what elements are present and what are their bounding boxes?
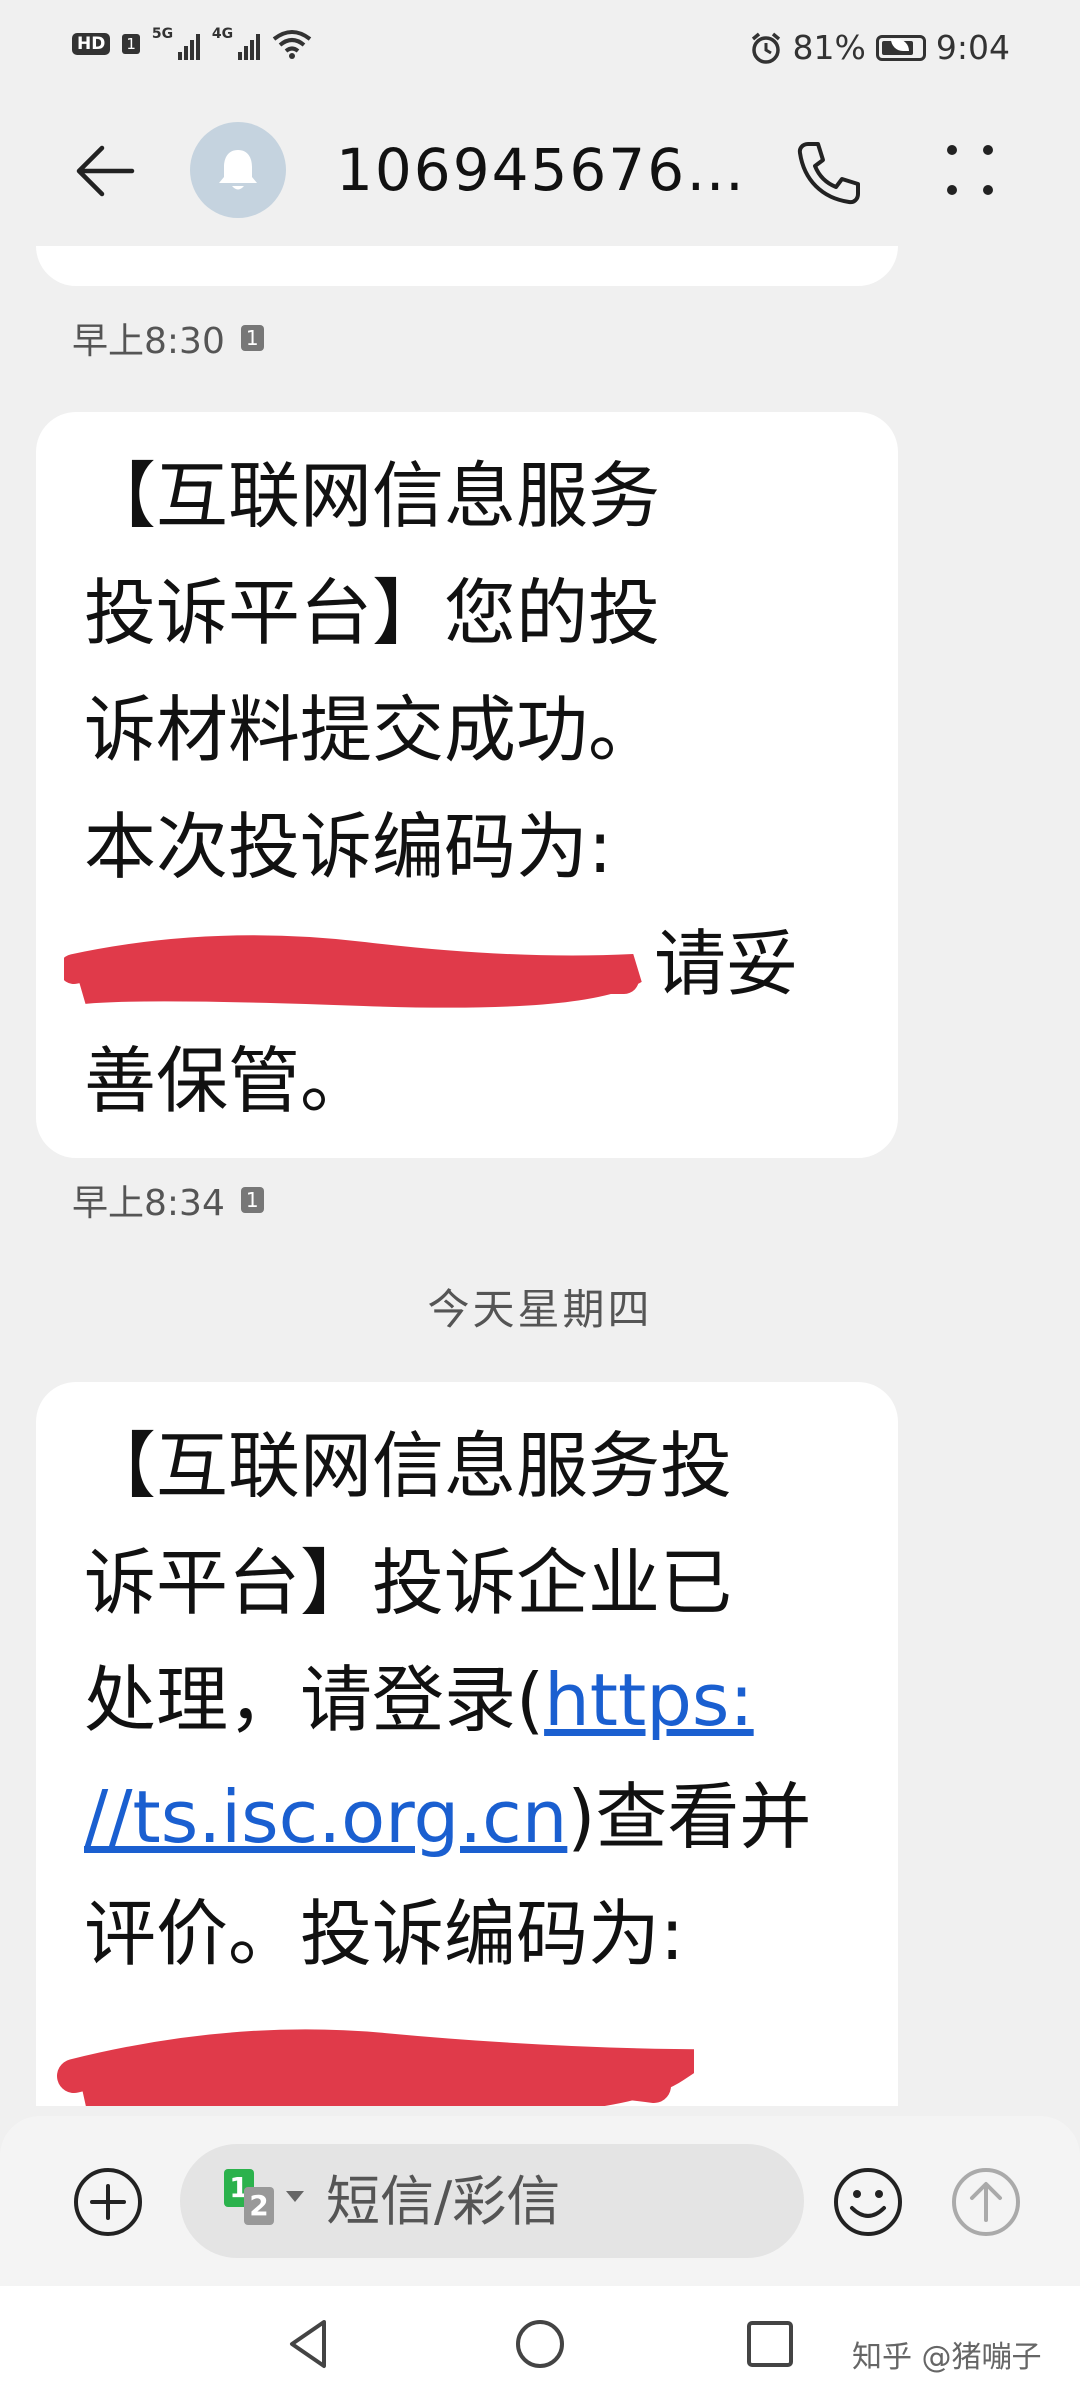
compose-bar: 1 2 xyxy=(0,2116,1080,2286)
message-thread[interactable]: 早上8:30 1 【互联网信息服务 投诉平台】您的投 诉材料提交成功。 本次投诉… xyxy=(0,246,1080,2106)
hd-badge: HD xyxy=(72,33,111,55)
timestamp: 早上8:34 1 xyxy=(72,1174,264,1226)
link-url[interactable]: https: xyxy=(544,1658,754,1742)
chevron-down-icon xyxy=(286,2191,304,2202)
sim-tag: 1 xyxy=(240,1187,264,1213)
emoji-icon[interactable] xyxy=(830,2164,906,2240)
sim-tag: 1 xyxy=(240,325,264,351)
contact-avatar[interactable] xyxy=(190,122,286,218)
sim2-icon: 2 xyxy=(244,2187,274,2225)
message-line: 评价。投诉编码为: xyxy=(84,1892,685,1976)
alarm-icon xyxy=(751,32,780,64)
timestamp: 早上8:30 1 xyxy=(72,312,264,364)
redaction-scribble xyxy=(64,929,642,1009)
message-line: 处理，请登录(https: xyxy=(84,1642,850,1759)
signal-4g-label: 4G xyxy=(211,26,234,42)
sim-selector[interactable]: 1 2 xyxy=(224,2161,324,2241)
add-attachment-icon[interactable] xyxy=(70,2164,146,2240)
message-line: 诉平台】投诉企业已 xyxy=(84,1541,733,1625)
message-line: 善保管。 xyxy=(84,1039,373,1123)
battery-icon xyxy=(875,34,926,61)
signal-4g-icon: 4G xyxy=(211,26,260,60)
sim-badge: 1 xyxy=(122,34,140,54)
bell-icon xyxy=(219,150,257,190)
message-line: 【互联网信息服务投 xyxy=(84,1424,733,1508)
signal-5g-label: 5G xyxy=(151,26,174,42)
message-text: )查看并 xyxy=(567,1775,812,1859)
message-bubble[interactable]: 【互联网信息服务投 诉平台】投诉企业已 处理，请登录(https: //ts.i… xyxy=(36,1382,898,2106)
wifi-icon xyxy=(272,30,312,59)
message-line: //ts.isc.org.cn)查看并 xyxy=(84,1759,850,1876)
date-separator: 今天星期四 xyxy=(427,1285,653,1334)
conversation-header: 1069456769... xyxy=(0,96,1080,246)
message-line: 本次投诉编码为: xyxy=(84,805,613,889)
send-icon[interactable] xyxy=(948,2164,1024,2240)
link-url[interactable]: //ts.isc.org.cn xyxy=(84,1775,567,1859)
phone-icon[interactable] xyxy=(790,136,866,212)
message-bubble[interactable]: 【互联网信息服务 投诉平台】您的投 诉材料提交成功。 本次投诉编码为: 请妥 善… xyxy=(36,412,898,1158)
contact-title: 1069456769... xyxy=(336,136,756,204)
redaction-scribble xyxy=(54,2016,694,2106)
system-nav-bar: 知乎 @猪嘣子 xyxy=(0,2286,1080,2400)
message-input[interactable] xyxy=(324,2168,748,2234)
message-line: 投诉平台】您的投 xyxy=(84,571,661,655)
timestamp-text: 早上8:34 xyxy=(72,1183,225,1224)
signal-5g-icon: 5G xyxy=(151,26,200,60)
back-arrow-icon[interactable] xyxy=(70,136,140,206)
timestamp-text: 早上8:30 xyxy=(72,321,225,362)
clock: 9:04 xyxy=(935,28,1010,67)
more-vert-icon[interactable] xyxy=(940,140,1000,200)
message-bubble-previous[interactable] xyxy=(36,246,898,286)
nav-home-icon[interactable] xyxy=(510,2314,570,2374)
message-line-redacted xyxy=(57,1993,850,2106)
status-bar: HD 1 5G 4G 81% 9:04 xyxy=(0,0,1080,96)
battery-percent: 81% xyxy=(792,28,866,67)
watermark: 知乎 @猪嘣子 xyxy=(852,2340,1042,2375)
message-line: 诉材料提交成功。 xyxy=(84,688,661,772)
message-line-redacted: 请妥 xyxy=(64,906,850,1023)
message-input-box[interactable]: 1 2 xyxy=(180,2144,804,2258)
nav-back-icon[interactable] xyxy=(280,2314,340,2374)
message-text: 处理，请登录( xyxy=(84,1658,545,1742)
nav-recent-icon[interactable] xyxy=(740,2314,800,2374)
message-line: 【互联网信息服务 xyxy=(84,454,661,538)
message-text: 请妥 xyxy=(654,922,799,1006)
